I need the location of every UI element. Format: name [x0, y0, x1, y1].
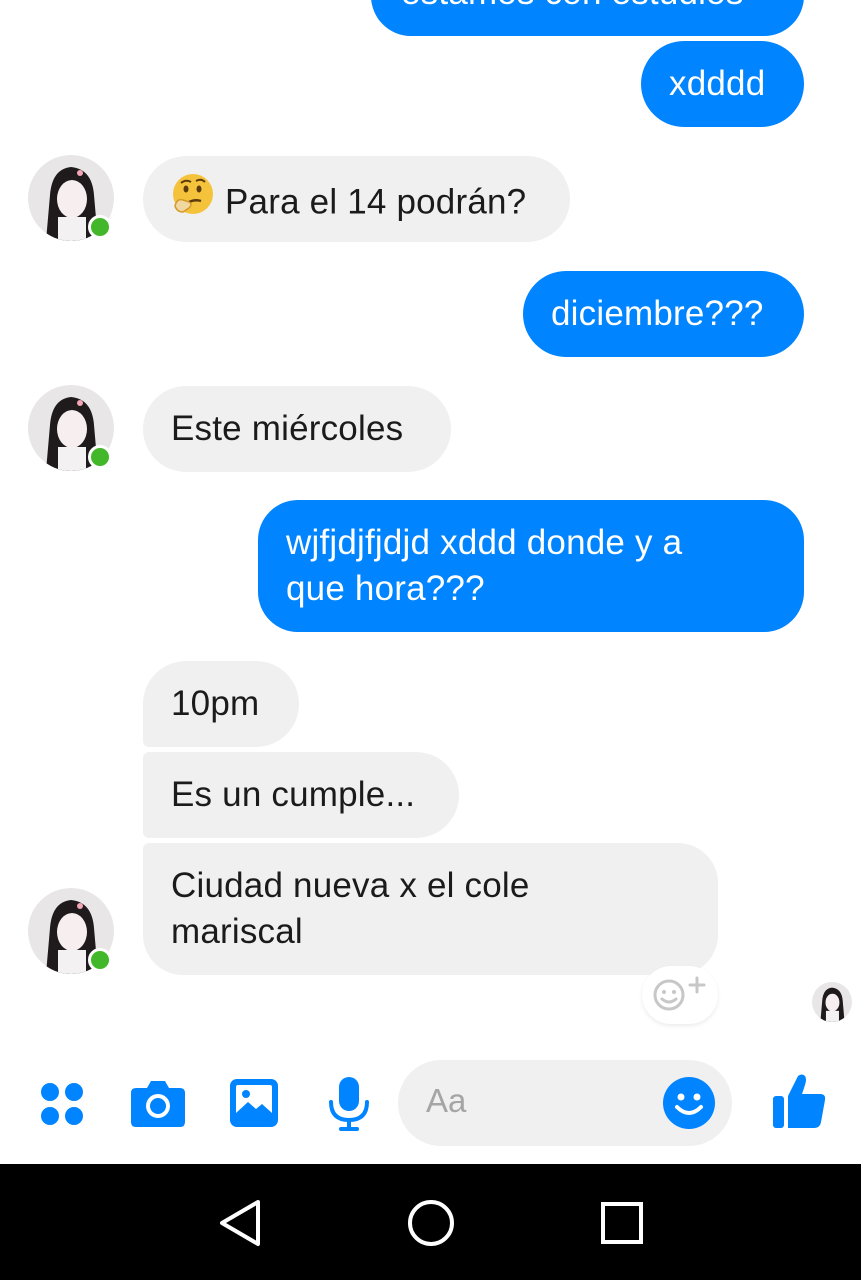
add-reaction-icon	[653, 976, 706, 1011]
camera-icon	[131, 1081, 185, 1127]
message-text: Para el 14 podrán?	[225, 182, 527, 222]
message-incoming[interactable]: Es un cumple...	[143, 752, 459, 838]
home-icon	[408, 1200, 454, 1246]
add-reaction-button[interactable]	[642, 966, 718, 1024]
thinking-face-icon	[171, 174, 215, 232]
seen-indicator-avatar	[812, 982, 852, 1022]
message-incoming[interactable]: Este miércoles	[143, 386, 451, 472]
back-icon	[220, 1200, 260, 1246]
message-text: Este miércoles	[171, 409, 404, 448]
online-status-dot	[88, 215, 112, 239]
contact-avatar[interactable]	[28, 385, 114, 471]
message-input-placeholder: Aa	[426, 1082, 467, 1119]
recents-button[interactable]	[600, 1201, 644, 1245]
back-button[interactable]	[216, 1198, 264, 1248]
message-text-line: que hora???	[286, 569, 485, 608]
message-incoming[interactable]: Ciudad nueva x el cole mariscal	[143, 843, 718, 975]
camera-button[interactable]	[130, 1078, 186, 1128]
emoji-icon	[663, 1077, 715, 1129]
message-text: xdddd	[669, 64, 766, 103]
message-outgoing[interactable]: diciembre???	[523, 271, 804, 357]
message-text: Es un cumple...	[171, 775, 416, 814]
recents-icon	[601, 1202, 643, 1244]
message-text-line: wjfjdjfjdjd xddd donde y a	[286, 523, 683, 562]
microphone-button[interactable]	[327, 1076, 371, 1132]
thumbs-up-icon	[773, 1074, 826, 1128]
gallery-button[interactable]	[229, 1078, 279, 1128]
online-status-dot	[88, 445, 112, 469]
message-text: estamos con estudios	[401, 0, 744, 12]
message-outgoing[interactable]: xdddd	[641, 41, 804, 127]
home-button[interactable]	[406, 1198, 456, 1248]
thumbs-up-button[interactable]	[772, 1072, 828, 1130]
message-incoming[interactable]: 10pm	[143, 661, 299, 747]
contact-avatar[interactable]	[28, 888, 114, 974]
microphone-icon	[329, 1077, 369, 1131]
system-navigation-bar	[0, 1164, 861, 1280]
gallery-icon	[230, 1079, 278, 1127]
emoji-button[interactable]	[662, 1076, 716, 1130]
message-composer: Aa	[0, 1040, 861, 1164]
contact-avatar[interactable]	[28, 155, 114, 241]
message-input[interactable]: Aa	[398, 1060, 732, 1146]
message-outgoing[interactable]: estamos con estudios	[371, 0, 804, 36]
message-outgoing[interactable]: wjfjdjfjdjd xddd donde y a que hora???	[258, 500, 804, 632]
more-apps-icon	[41, 1083, 83, 1125]
message-text: diciembre???	[551, 294, 764, 333]
message-incoming[interactable]: Para el 14 podrán?	[143, 156, 570, 242]
message-text-line: mariscal	[171, 912, 303, 951]
more-apps-button[interactable]	[38, 1080, 86, 1128]
online-status-dot	[88, 948, 112, 972]
message-text-line: Ciudad nueva x el cole	[171, 866, 530, 905]
message-text: 10pm	[171, 684, 260, 723]
